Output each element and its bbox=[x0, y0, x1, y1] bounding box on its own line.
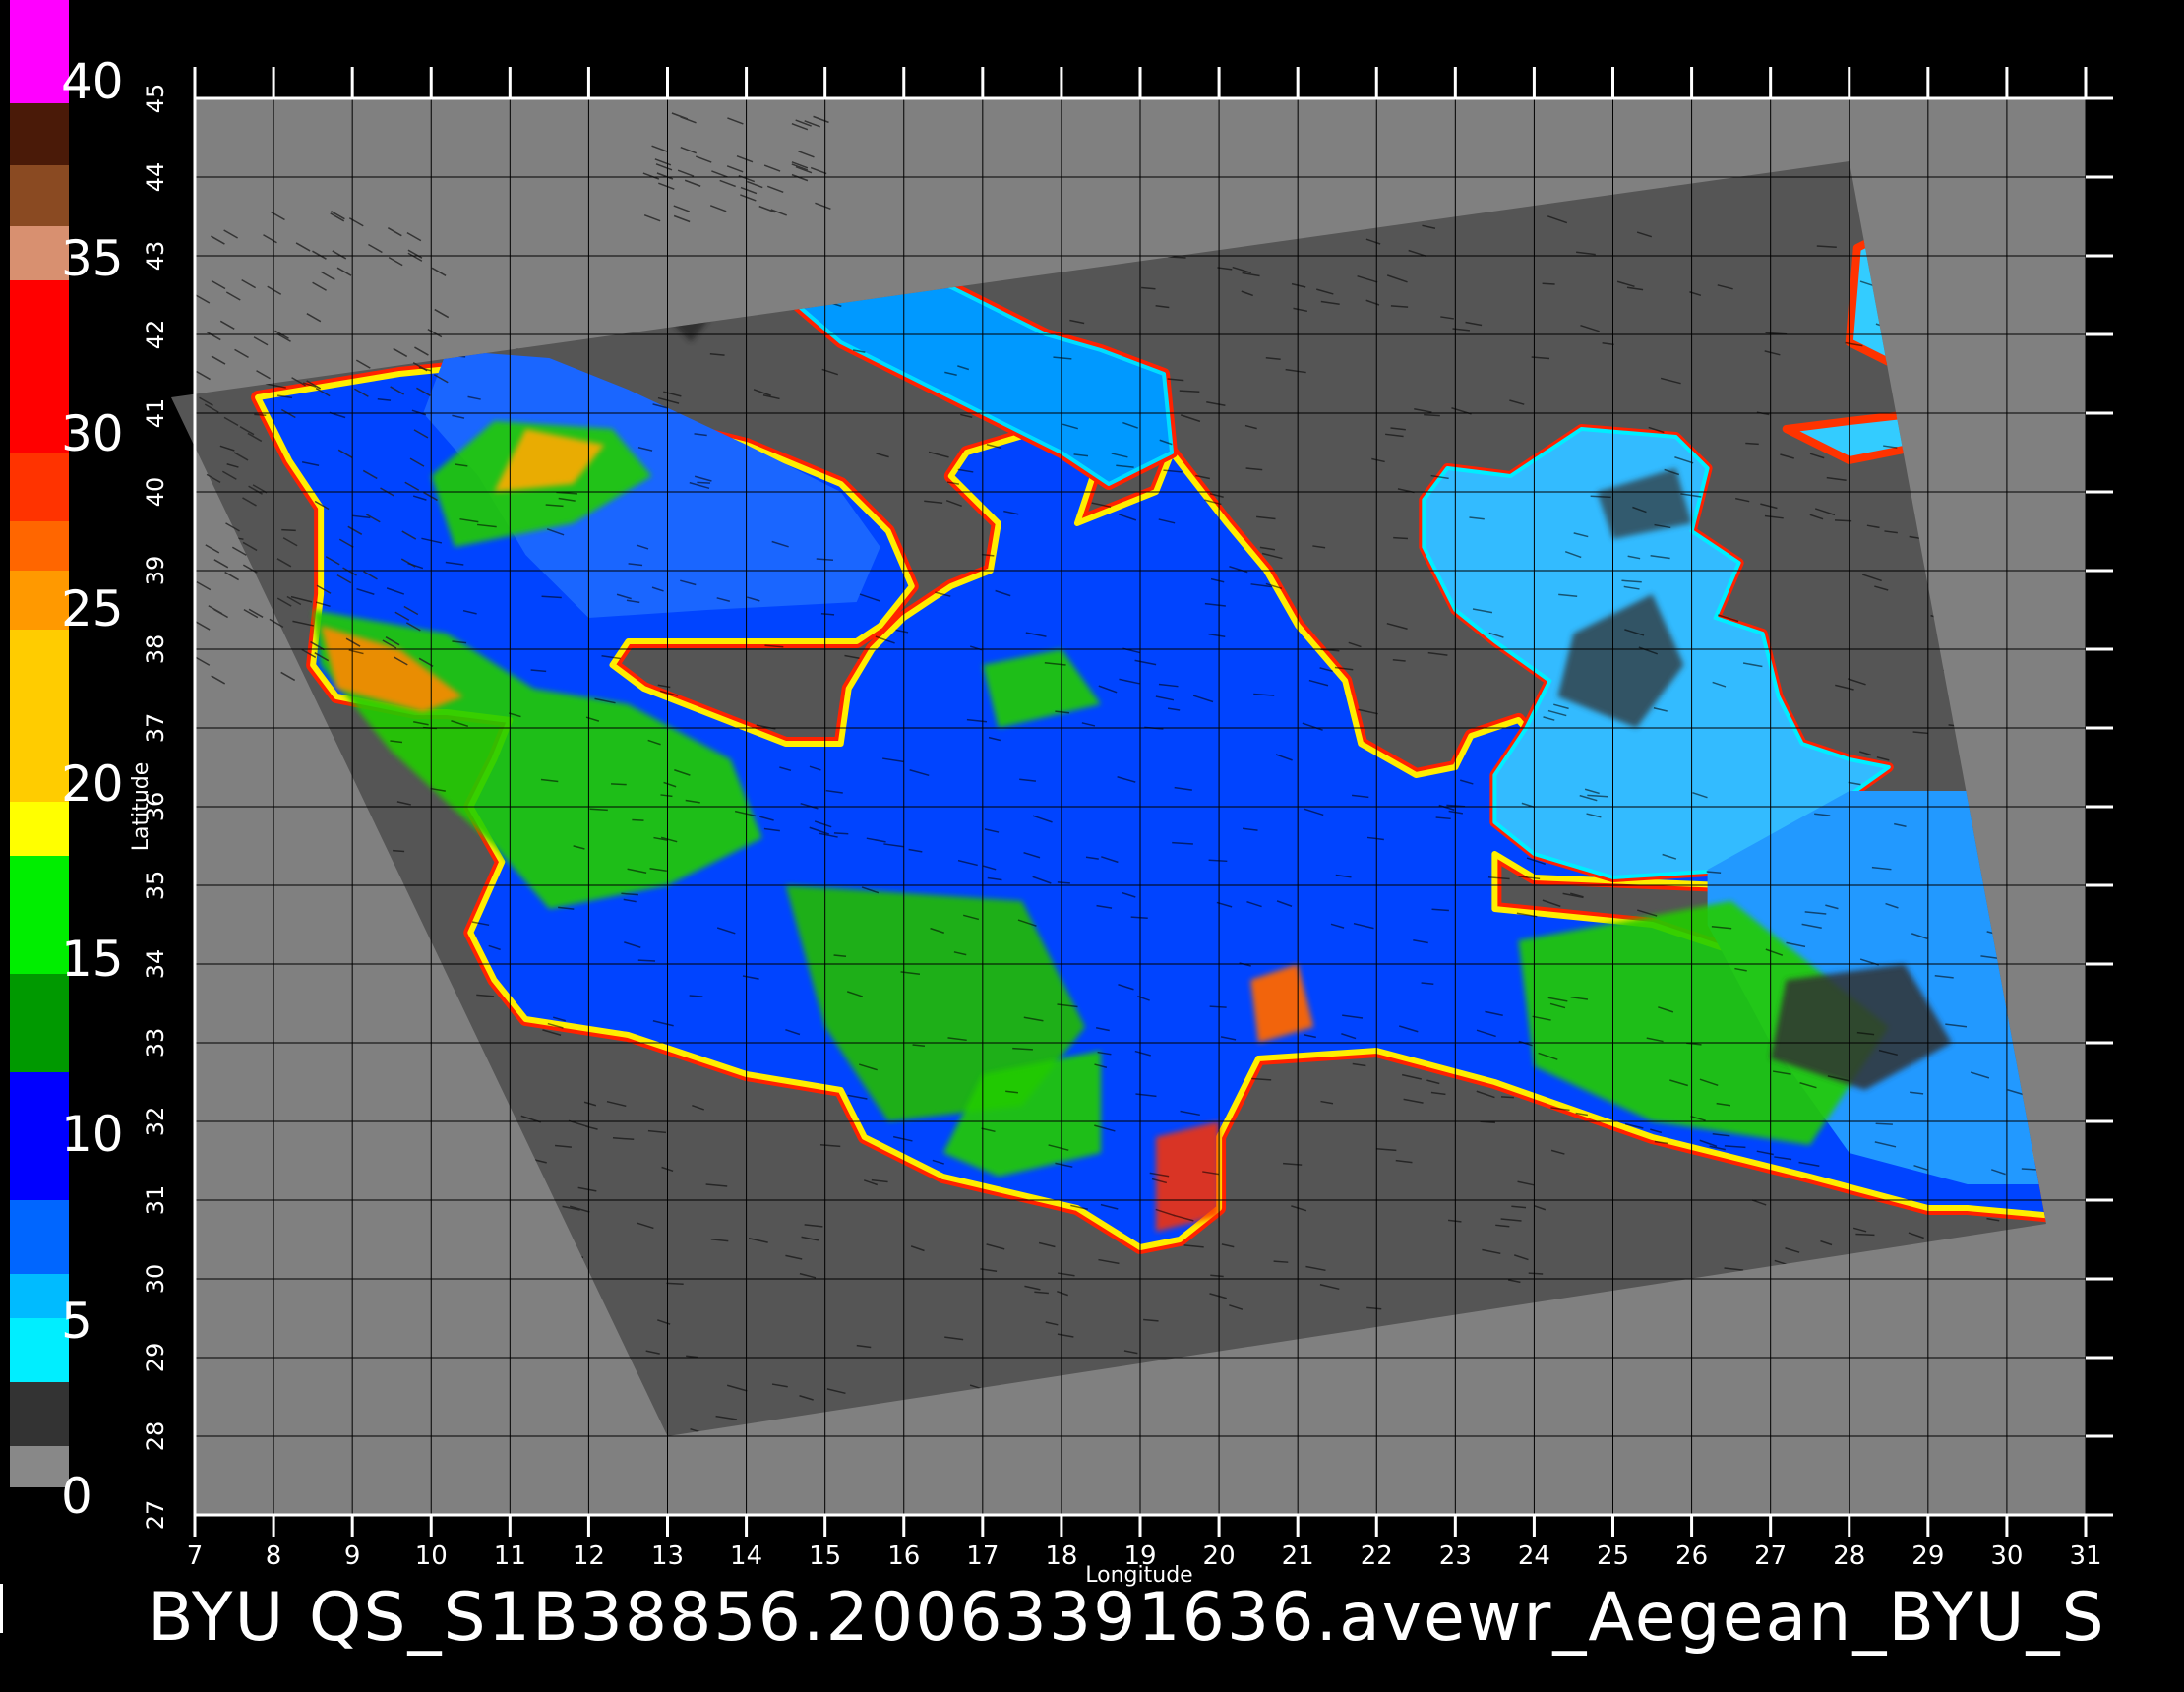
x-tick-label: 15 bbox=[809, 1541, 841, 1571]
colorbar-segment bbox=[10, 521, 69, 571]
colorbar-segment bbox=[10, 226, 69, 280]
clipped-left-text bbox=[0, 1584, 9, 1633]
colorbar-segment bbox=[10, 630, 69, 802]
y-tick-label: 40 bbox=[142, 477, 169, 508]
colorbar-segment bbox=[10, 1274, 69, 1318]
x-tick-label: 12 bbox=[573, 1541, 605, 1571]
y-tick-label: 41 bbox=[142, 398, 169, 429]
x-tick-label: 20 bbox=[1203, 1541, 1236, 1571]
colorbar-label-40: 40 bbox=[61, 53, 124, 110]
colorbar-segment bbox=[10, 1382, 69, 1446]
colorbar-segment bbox=[10, 103, 69, 165]
y-tick-label: 33 bbox=[142, 1028, 169, 1058]
x-tick-label: 17 bbox=[966, 1541, 999, 1571]
x-tick-label: 28 bbox=[1833, 1541, 1865, 1571]
x-tick-label: 14 bbox=[730, 1541, 762, 1571]
y-tick-label: 43 bbox=[142, 241, 169, 272]
colorbar-label-0: 0 bbox=[61, 1468, 92, 1525]
x-tick-label: 10 bbox=[415, 1541, 448, 1571]
y-tick-label: 35 bbox=[142, 871, 169, 901]
y-tick-label: 30 bbox=[142, 1264, 169, 1295]
x-tick-label: 25 bbox=[1597, 1541, 1629, 1571]
colorbar-segment bbox=[10, 571, 69, 630]
x-tick-label: 30 bbox=[1990, 1541, 2023, 1571]
x-tick-label: 7 bbox=[187, 1541, 204, 1571]
colorbar-label-15: 15 bbox=[61, 931, 124, 988]
colorbar-segment bbox=[10, 1200, 69, 1274]
colorbar-label-10: 10 bbox=[61, 1106, 124, 1163]
colorbar-label-20: 20 bbox=[61, 755, 124, 813]
y-tick-label: 37 bbox=[142, 713, 169, 744]
colorbar-segment bbox=[10, 802, 69, 856]
x-tick-label: 21 bbox=[1282, 1541, 1314, 1571]
y-tick-label: 29 bbox=[142, 1343, 169, 1373]
x-tick-label: 9 bbox=[344, 1541, 361, 1571]
x-tick-label: 18 bbox=[1045, 1541, 1077, 1571]
y-tick-label: 34 bbox=[142, 949, 169, 980]
colorbar-segment bbox=[10, 0, 69, 103]
high-wind-gulf-sirte bbox=[1156, 1121, 1220, 1232]
colorbar-segment bbox=[10, 165, 69, 226]
colorbar-segment bbox=[10, 1072, 69, 1200]
x-tick-label: 11 bbox=[494, 1541, 526, 1571]
y-tick-label: 27 bbox=[142, 1500, 169, 1531]
y-tick-label: 32 bbox=[142, 1107, 169, 1137]
x-tick-label: 24 bbox=[1518, 1541, 1550, 1571]
colorbar-label-35: 35 bbox=[61, 230, 124, 287]
x-tick-label: 29 bbox=[1911, 1541, 1944, 1571]
colorbar-segment bbox=[10, 974, 69, 1072]
y-tick-label: 45 bbox=[142, 84, 169, 114]
wind-speed-map: 7 8 9 10 11 12 13 14 15 16 17 18 19 20 21 22 23 24 25 26 27 2… bbox=[10, 0, 2113, 1588]
x-tick-label: 22 bbox=[1361, 1541, 1393, 1571]
x-tick-label: 8 bbox=[266, 1541, 282, 1571]
x-tick-label: 26 bbox=[1675, 1541, 1708, 1571]
colorbar-label-30: 30 bbox=[61, 405, 124, 462]
colorbar-segment bbox=[10, 856, 69, 974]
y-tick-label: 44 bbox=[142, 162, 169, 193]
colorbar-segment bbox=[10, 453, 69, 521]
image-title: BYU QS_S1B38856.20063391636.avewr_Aegean… bbox=[148, 1579, 2106, 1657]
colorbar-segment bbox=[10, 1446, 69, 1487]
y-tick-label: 38 bbox=[142, 634, 169, 665]
y-tick-label: 31 bbox=[142, 1185, 169, 1216]
y-tick-label: 42 bbox=[142, 320, 169, 350]
colorbar-label-5: 5 bbox=[61, 1293, 92, 1350]
x-tick-label: 27 bbox=[1754, 1541, 1787, 1571]
y-tick-label: 39 bbox=[142, 556, 169, 586]
y-tick-label: 28 bbox=[142, 1421, 169, 1452]
x-tick-label: 23 bbox=[1439, 1541, 1472, 1571]
x-tick-label: 13 bbox=[651, 1541, 684, 1571]
x-tick-label: 16 bbox=[887, 1541, 920, 1571]
colorbar-segment bbox=[10, 1318, 69, 1382]
colorbar-label-25: 25 bbox=[61, 580, 124, 637]
x-tick-label: 31 bbox=[2069, 1541, 2101, 1571]
colorbar-segment bbox=[10, 280, 69, 453]
